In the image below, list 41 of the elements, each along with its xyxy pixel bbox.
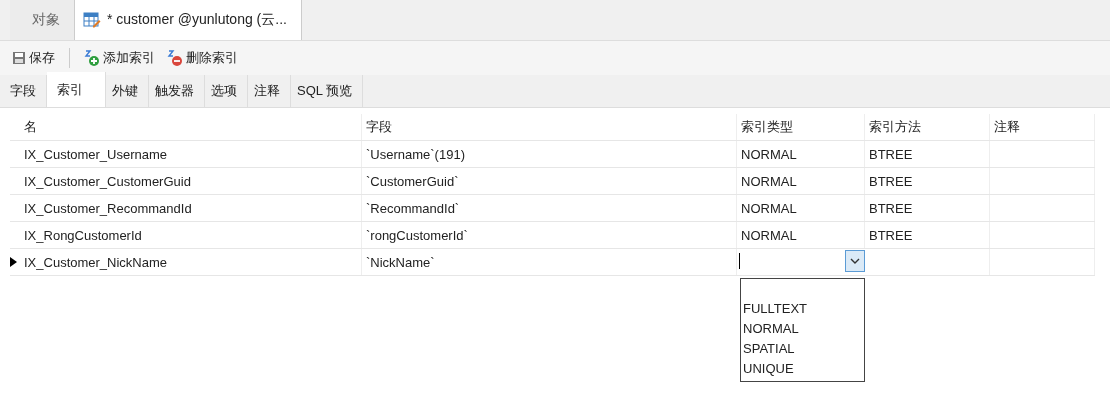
table-cell: `rongCustomerId` [362, 222, 737, 248]
delete-button[interactable]: 删除索引 [163, 47, 242, 69]
table-cell: IX_Customer_RecommandId [20, 195, 362, 221]
table-cell: IX_Customer_Username [20, 141, 362, 167]
dropdown-option[interactable]: FULLTEXT [741, 299, 864, 319]
table-cell: `Username`(191) [362, 141, 737, 167]
column-header: 索引方法 [865, 114, 990, 140]
save-icon [12, 51, 26, 65]
column-header: 名 [20, 114, 362, 140]
table-cell: `CustomerGuid` [362, 168, 737, 194]
save-button[interactable]: 保存 [8, 47, 59, 69]
dropdown-option[interactable]: UNIQUE [741, 359, 864, 379]
column-header: 注释 [990, 114, 1095, 140]
table-cell: IX_Customer_NickName [20, 249, 362, 275]
current-row-icon [10, 257, 17, 267]
dropdown-option[interactable]: SPATIAL [741, 339, 864, 359]
add-index-icon [84, 50, 100, 66]
table-cell: IX_RongCustomerId [20, 222, 362, 248]
table-cell: BTREE [865, 141, 990, 167]
table-cell: NORMAL [737, 141, 865, 167]
table-cell: BTREE [865, 222, 990, 248]
table-cell: NORMAL [737, 195, 865, 221]
table-cell: IX_Customer_CustomerGuid [20, 168, 362, 194]
table-edit-icon [83, 12, 101, 28]
index-type-dropdown[interactable] [737, 249, 865, 273]
table-cell: NORMAL [737, 222, 865, 248]
dropdown-button[interactable] [845, 250, 865, 272]
table-cell: NORMAL [737, 168, 865, 194]
dropdown-option[interactable]: NORMAL [741, 319, 864, 339]
add-button[interactable]: 添加索引 [80, 47, 159, 69]
delete-index-icon [167, 50, 183, 66]
document-tab[interactable]: * customer @yunlutong (云... [75, 0, 302, 40]
tab[interactable]: 索引 [47, 72, 106, 107]
column-header: 字段 [362, 114, 737, 140]
table-cell: BTREE [865, 195, 990, 221]
chevron-down-icon [850, 258, 860, 264]
table-cell: BTREE [865, 168, 990, 194]
column-header: 索引类型 [737, 114, 865, 140]
table-cell: `NickName` [362, 249, 737, 275]
document-tab[interactable]: 对象 [10, 0, 75, 40]
table-cell: `RecommandId` [362, 195, 737, 221]
